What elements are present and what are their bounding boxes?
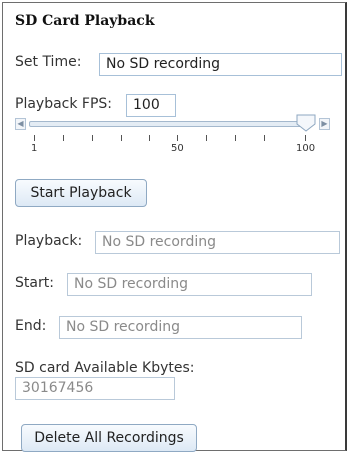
sd-card-playback-panel: SD Card Playback Set Time: No SD recordi… bbox=[2, 2, 347, 452]
slider-tick bbox=[63, 135, 64, 141]
start-field: No SD recording bbox=[67, 273, 312, 296]
slider-tick bbox=[206, 135, 207, 141]
end-field: No SD recording bbox=[59, 316, 302, 339]
delete-all-recordings-button[interactable]: Delete All Recordings bbox=[21, 424, 197, 452]
slider-track[interactable] bbox=[29, 121, 308, 127]
playback-fps-input[interactable]: 100 bbox=[126, 94, 176, 117]
slider-tick bbox=[235, 135, 236, 141]
slider-tick bbox=[264, 135, 265, 141]
slider-tick bbox=[92, 135, 93, 141]
slider-tick-label-min: 1 bbox=[31, 143, 38, 154]
set-time-input[interactable]: No SD recording bbox=[99, 53, 342, 76]
slider-thumb[interactable] bbox=[296, 114, 316, 136]
playback-label: Playback: bbox=[15, 233, 83, 249]
start-label: Start: bbox=[15, 275, 54, 291]
sd-available-label: SD card Available Kbytes: bbox=[15, 360, 195, 376]
sd-available-field: 30167456 bbox=[15, 377, 175, 400]
slider-right-arrow-icon[interactable]: ▶ bbox=[319, 118, 330, 130]
playback-field: No SD recording bbox=[95, 231, 340, 254]
slider-tick bbox=[305, 135, 306, 141]
slider-left-arrow-icon[interactable]: ◀ bbox=[15, 118, 26, 130]
slider-tick bbox=[34, 135, 35, 141]
slider-tick bbox=[177, 135, 178, 141]
slider-tick-label-max: 100 bbox=[296, 143, 316, 154]
start-playback-button[interactable]: Start Playback bbox=[15, 179, 147, 207]
panel-title: SD Card Playback bbox=[15, 13, 155, 29]
slider-tick-label-mid: 50 bbox=[171, 143, 184, 154]
set-time-label: Set Time: bbox=[15, 54, 82, 70]
end-label: End: bbox=[15, 318, 47, 334]
playback-fps-label: Playback FPS: bbox=[15, 96, 113, 112]
slider-tick bbox=[149, 135, 150, 141]
slider-tick bbox=[121, 135, 122, 141]
